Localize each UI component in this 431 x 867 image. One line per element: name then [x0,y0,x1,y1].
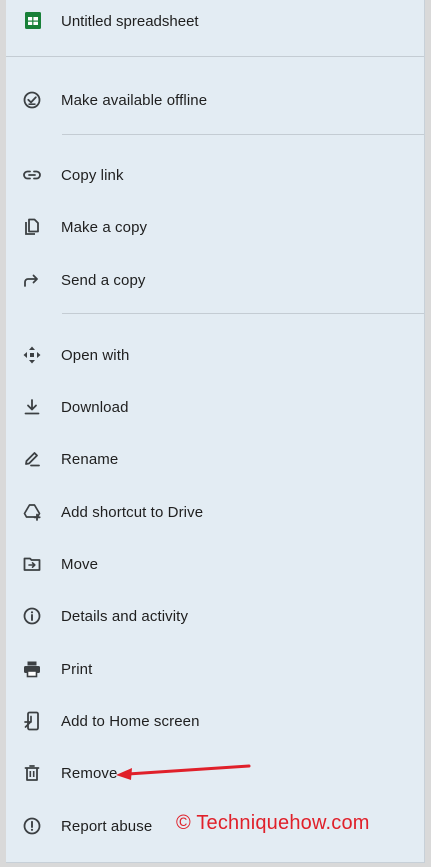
menu-item-make-available-offline[interactable]: Make available offline [6,76,424,124]
rename-pencil-icon [22,449,42,469]
menu-item-label: Report abuse [61,817,153,835]
print-icon [22,659,42,679]
menu-item-open-with[interactable]: Open with [6,331,424,379]
menu-item-add-shortcut-to-drive[interactable]: Add shortcut to Drive [6,488,424,536]
menu-item-label: Make a copy [61,218,148,236]
divider [6,56,424,57]
file-title: Untitled spreadsheet [61,13,199,30]
menu-item-label: Add shortcut to Drive [61,503,204,521]
annotation-arrow-icon [116,764,251,780]
menu-item-label: Send a copy [61,271,146,289]
bottom-sheet-menu: Untitled spreadsheet Make available offl… [6,0,425,863]
google-sheets-icon [25,12,41,29]
menu-item-label: Download [61,398,129,416]
menu-item-label: Copy link [61,166,124,184]
menu-item-download[interactable]: Download [6,383,424,431]
divider [62,134,424,135]
info-icon [22,606,42,626]
menu-item-label: Open with [61,346,130,364]
menu-item-copy-link[interactable]: Copy link [6,151,424,199]
drive-shortcut-icon [22,502,42,522]
offline-check-icon [22,90,42,110]
menu-item-label: Rename [61,450,119,468]
menu-item-move[interactable]: Move [6,540,424,588]
trash-icon [22,763,42,783]
menu-item-make-a-copy[interactable]: Make a copy [6,203,424,251]
open-with-icon [22,345,42,365]
share-arrow-icon [22,270,42,290]
menu-item-label: Make available offline [61,91,208,109]
menu-item-details-and-activity[interactable]: Details and activity [6,592,424,640]
menu-item-rename[interactable]: Rename [6,435,424,483]
menu-item-label: Details and activity [61,607,189,625]
watermark: © Techniquehow.com [176,812,370,834]
menu-item-label: Remove [61,764,118,782]
copy-icon [22,217,42,237]
divider [62,313,424,314]
download-icon [22,397,42,417]
menu-item-add-to-home-screen[interactable]: Add to Home screen [6,697,424,745]
report-icon [22,816,42,836]
menu-item-send-a-copy[interactable]: Send a copy [6,256,424,304]
link-icon [22,165,42,185]
menu-item-label: Add to Home screen [61,712,200,730]
menu-item-label: Move [61,555,99,573]
add-to-home-icon [22,711,42,731]
move-folder-icon [22,554,42,574]
file-header: Untitled spreadsheet [6,0,424,46]
menu-item-print[interactable]: Print [6,645,424,693]
menu-item-label: Print [61,660,93,678]
